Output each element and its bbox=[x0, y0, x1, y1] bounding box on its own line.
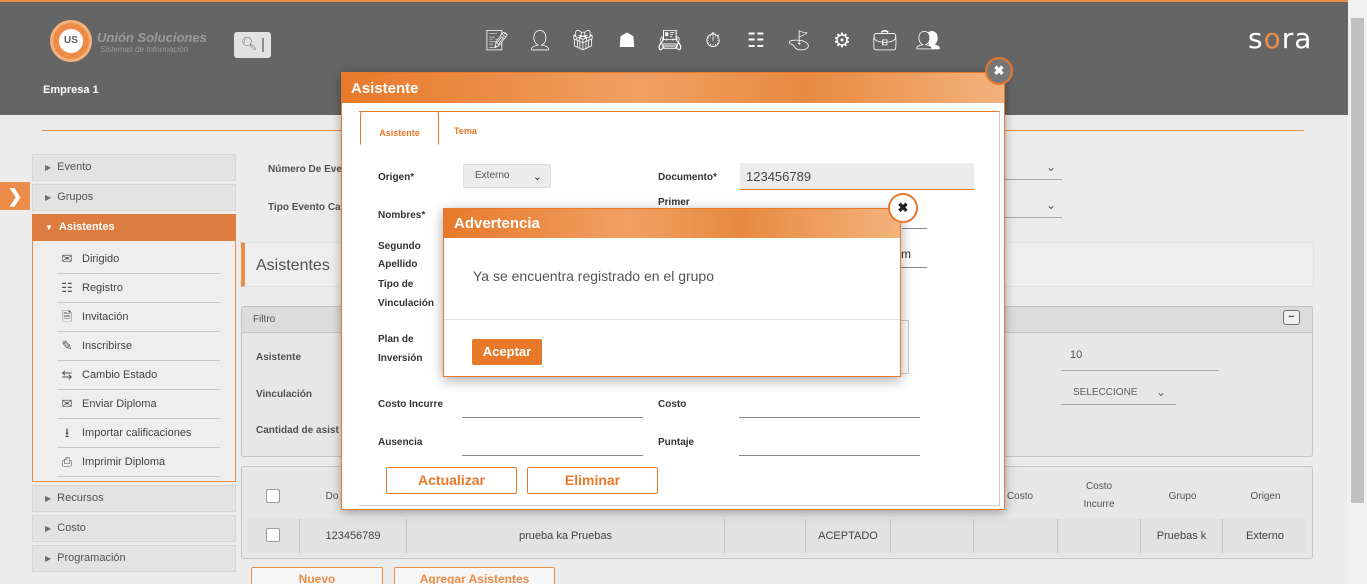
dialog-divider bbox=[444, 319, 900, 320]
dialog-message: Ya se encuentra registrado en el grupo bbox=[473, 268, 715, 284]
costo-label: Costo bbox=[658, 399, 687, 410]
costo-incurre-label: Costo Incurre bbox=[378, 399, 444, 410]
dialog-title: Advertencia bbox=[454, 215, 540, 232]
modal-header: Asistente bbox=[342, 73, 1004, 103]
modal-close-button[interactable]: ✖ bbox=[985, 57, 1013, 85]
tipo-label: Tipo de bbox=[378, 279, 414, 290]
puntaje-label: Puntaje bbox=[658, 437, 695, 448]
plan-inversion-box[interactable] bbox=[900, 320, 909, 374]
close-icon: ✖ bbox=[993, 63, 1005, 78]
segundo-label: Segundo bbox=[378, 241, 421, 252]
segundo-apellido-field[interactable] bbox=[900, 267, 927, 268]
scrollbar-thumb[interactable] bbox=[1351, 18, 1364, 503]
dialog-header: Advertencia bbox=[444, 209, 900, 238]
vinculacion-label: Vinculación bbox=[378, 298, 434, 309]
tab-tema[interactable]: Tema bbox=[454, 126, 477, 136]
eliminar-button[interactable]: Eliminar bbox=[527, 467, 658, 494]
partial-field-text: m bbox=[901, 247, 911, 261]
documento-input[interactable] bbox=[740, 163, 974, 190]
puntaje-field[interactable] bbox=[739, 455, 920, 456]
documento-label: Documento* bbox=[658, 172, 717, 183]
ausencia-label: Ausencia bbox=[378, 437, 423, 448]
advertencia-dialog: Advertencia Ya se encuentra registrado e… bbox=[443, 208, 901, 377]
ausencia-field[interactable] bbox=[462, 455, 643, 456]
apellido-label: Apellido bbox=[378, 259, 418, 270]
modal-title: Asistente bbox=[351, 80, 419, 97]
aceptar-button[interactable]: Aceptar bbox=[472, 339, 542, 365]
close-icon: ✖ bbox=[897, 200, 909, 215]
inversion-label: Inversión bbox=[378, 353, 423, 364]
primer-apellido-field[interactable] bbox=[902, 228, 927, 229]
dialog-close-button[interactable]: ✖ bbox=[888, 193, 918, 223]
costo-field[interactable] bbox=[739, 417, 920, 418]
plan-label: Plan de bbox=[378, 334, 414, 345]
nombres-label: Nombres* bbox=[378, 210, 426, 221]
origen-label: Origen* bbox=[378, 172, 415, 183]
origen-select[interactable]: Externo ⌄ bbox=[463, 164, 551, 188]
tab-asistente[interactable]: Asistente bbox=[360, 111, 439, 145]
costo-incurre-field[interactable] bbox=[462, 417, 643, 418]
actualizar-button[interactable]: Actualizar bbox=[386, 467, 517, 494]
chevron-down-icon: ⌄ bbox=[532, 171, 542, 183]
